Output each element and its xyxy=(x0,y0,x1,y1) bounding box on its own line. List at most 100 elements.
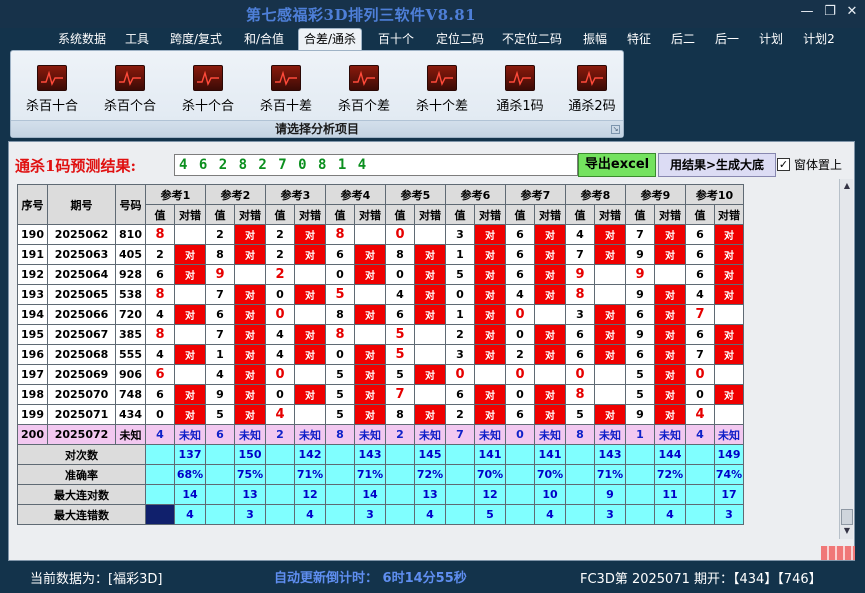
result-field[interactable]: 4 6 2 8 2 7 0 8 1 4 xyxy=(174,154,578,176)
table-row[interactable]: 190 2025062 810 8 2 对 2 对 8 0 3 对 6 对 4 对 7 对 6 对 xyxy=(17,224,744,245)
menu-feature[interactable]: 特征 xyxy=(620,29,658,49)
topmost-toggle[interactable]: ✓ 窗体置上 xyxy=(777,155,842,173)
ribbon-button-7[interactable]: 通杀1码 xyxy=(485,65,555,114)
menu-last-one[interactable]: 后一 xyxy=(708,29,746,49)
cell-value: 3 xyxy=(445,344,475,365)
maximize-button[interactable]: ❐ xyxy=(823,5,837,19)
cell-hit: 对 xyxy=(654,384,686,405)
ribbon-expand-icon[interactable]: ↘ xyxy=(611,125,620,134)
cell-value: 5 xyxy=(625,384,655,405)
table-row[interactable]: 195 2025067 385 8 7 对 4 对 8 5 2 对 0 对 6 对 9 对 6 对 xyxy=(17,324,744,345)
header-hit: 对错 xyxy=(594,204,626,225)
topmost-checkbox[interactable]: ✓ xyxy=(777,157,790,171)
menu-last-two[interactable]: 后二 xyxy=(666,29,700,49)
header-hit: 对错 xyxy=(234,204,266,225)
menu-amplitude[interactable]: 振幅 xyxy=(576,29,614,49)
prediction-row[interactable]: 200 2025072 未知 4 未知 6 未知 2 未知 8 未知 2 未知 7 未知 0 未知 8 未知 1 未知 4… xyxy=(17,424,744,445)
cell-value: 1 xyxy=(445,244,475,265)
stats-gap xyxy=(565,484,595,505)
minimize-button[interactable]: — xyxy=(800,5,814,19)
stats-value: 72% xyxy=(414,464,446,485)
table-row[interactable]: 194 2025066 720 4 对 6 对 0 8 对 6 对 1 对 0 3 对 6 对 7 xyxy=(17,304,744,325)
cell-seq: 193 xyxy=(17,284,48,305)
title-bar: 第七感福彩3D排列三软件V8.81 — ❐ ✕ xyxy=(0,0,865,28)
menu-plan2[interactable]: 计划2 xyxy=(796,29,842,49)
cell-value: 6 xyxy=(685,244,715,265)
cell-value: 0 xyxy=(325,344,355,365)
stats-gap xyxy=(685,484,715,505)
cell-hit: 对 xyxy=(354,344,386,365)
cell-predict-value: 6 xyxy=(205,424,235,445)
cell-hit: 对 xyxy=(534,224,566,245)
stats-gap xyxy=(205,444,235,465)
header-ref-6: 参考6 xyxy=(445,184,506,205)
table-row[interactable]: 199 2025071 434 0 对 5 对 4 5 对 8 对 2 对 6 对 5 对 9 对 4 xyxy=(17,404,744,425)
cell-hit: 对 xyxy=(294,344,326,365)
cell-predict-value: 4 xyxy=(145,424,175,445)
ribbon-button-6[interactable]: 杀十个差 xyxy=(407,65,477,114)
cell-value: 8 xyxy=(325,324,355,345)
ribbon-button-5[interactable]: 杀百个差 xyxy=(329,65,399,114)
stats-gap xyxy=(445,444,475,465)
table-row[interactable]: 197 2025069 906 6 4 对 0 5 对 5 对 0 0 0 5 对 0 xyxy=(17,364,744,385)
menu-fixed-two[interactable]: 定位二码 xyxy=(430,29,490,49)
scroll-down-icon[interactable]: ▼ xyxy=(841,525,853,537)
ribbon-button-2[interactable]: 杀百个合 xyxy=(95,65,165,114)
menu-span[interactable]: 跨度/复式 xyxy=(164,29,228,49)
cell-unknown: 未知 xyxy=(654,424,686,445)
table-row[interactable]: 198 2025070 748 6 对 9 对 0 对 5 对 7 6 对 0 对 8 5 对 0 对 xyxy=(17,384,744,405)
cell-hit: 对 xyxy=(174,404,206,425)
topmost-label: 窗体置上 xyxy=(794,157,843,172)
menu-unfixed-two[interactable]: 不定位二码 xyxy=(496,29,568,49)
cell-value: 1 xyxy=(205,344,235,365)
menu-plan[interactable]: 计划 xyxy=(754,29,788,49)
table-row[interactable]: 193 2025065 538 8 7 对 0 对 5 4 对 0 对 4 对 8 9 对 4 对 xyxy=(17,284,744,305)
cell-period: 2025069 xyxy=(47,364,116,385)
cell-number: 906 xyxy=(115,364,146,385)
cell-hit: 对 xyxy=(354,304,386,325)
cell-value: 7 xyxy=(565,244,595,265)
cell-hit: 对 xyxy=(654,284,686,305)
cell-unknown: 未知 xyxy=(534,424,566,445)
cell-miss xyxy=(654,264,686,285)
menu-heca-tongsha[interactable]: 合差/通杀 xyxy=(298,28,362,50)
cell-miss xyxy=(714,404,744,425)
menu-tools[interactable]: 工具 xyxy=(118,29,156,49)
cell-hit: 对 xyxy=(234,404,266,425)
status-draw-info: FC3D第 2025071 期开：【434】【746】 xyxy=(580,572,822,587)
stats-gap xyxy=(445,484,475,505)
cell-period: 2025066 xyxy=(47,304,116,325)
cell-value: 2 xyxy=(445,404,475,425)
menu-bai-shi-ge[interactable]: 百十个 xyxy=(370,29,422,49)
menu-sum[interactable]: 和/合值 xyxy=(236,29,292,49)
ribbon-button-3[interactable]: 杀十个合 xyxy=(173,65,243,114)
header-period: 期号 xyxy=(47,184,116,225)
cell-value: 4 xyxy=(145,344,175,365)
stats-value: 145 xyxy=(414,444,446,465)
table-row[interactable]: 192 2025064 928 6 对 9 2 0 对 0 对 5 对 6 对 9 9 6 对 xyxy=(17,264,744,285)
scroll-thumb[interactable] xyxy=(841,509,853,525)
table-row[interactable]: 191 2025063 405 2 对 8 对 2 对 6 对 8 对 1 对 6 对 7 对 9 对 6 对 xyxy=(17,244,744,265)
vertical-scrollbar[interactable]: ▲ ▼ xyxy=(839,179,853,539)
cell-hit: 对 xyxy=(234,364,266,385)
cell-value: 4 xyxy=(685,284,715,305)
scroll-up-icon[interactable]: ▲ xyxy=(841,180,853,192)
cell-hit: 对 xyxy=(414,404,446,425)
generate-base-button[interactable]: 用结果>生成大底 xyxy=(658,153,776,177)
export-excel-button[interactable]: 导出excel xyxy=(578,153,656,177)
ribbon-button-4[interactable]: 杀百十差 xyxy=(251,65,321,114)
chart-icon xyxy=(577,65,607,91)
stats-value: 74% xyxy=(714,464,744,485)
cell-period: 2025067 xyxy=(47,324,116,345)
cell-hit: 对 xyxy=(534,264,566,285)
cell-value: 4 xyxy=(265,324,295,345)
table-row[interactable]: 196 2025068 555 4 对 1 对 4 对 0 对 5 3 对 2 对 6 对 6 对 7 对 xyxy=(17,344,744,365)
menu-system-data[interactable]: 系统数据 xyxy=(52,29,112,49)
cell-value: 4 xyxy=(565,224,595,245)
header-hit: 对错 xyxy=(714,204,744,225)
stats-value: 4 xyxy=(174,504,206,525)
cell-hit: 对 xyxy=(234,324,266,345)
ribbon-button-8[interactable]: 通杀2码 xyxy=(557,65,627,114)
close-button[interactable]: ✕ xyxy=(845,5,859,19)
ribbon-button-1[interactable]: 杀百十合 xyxy=(17,65,87,114)
